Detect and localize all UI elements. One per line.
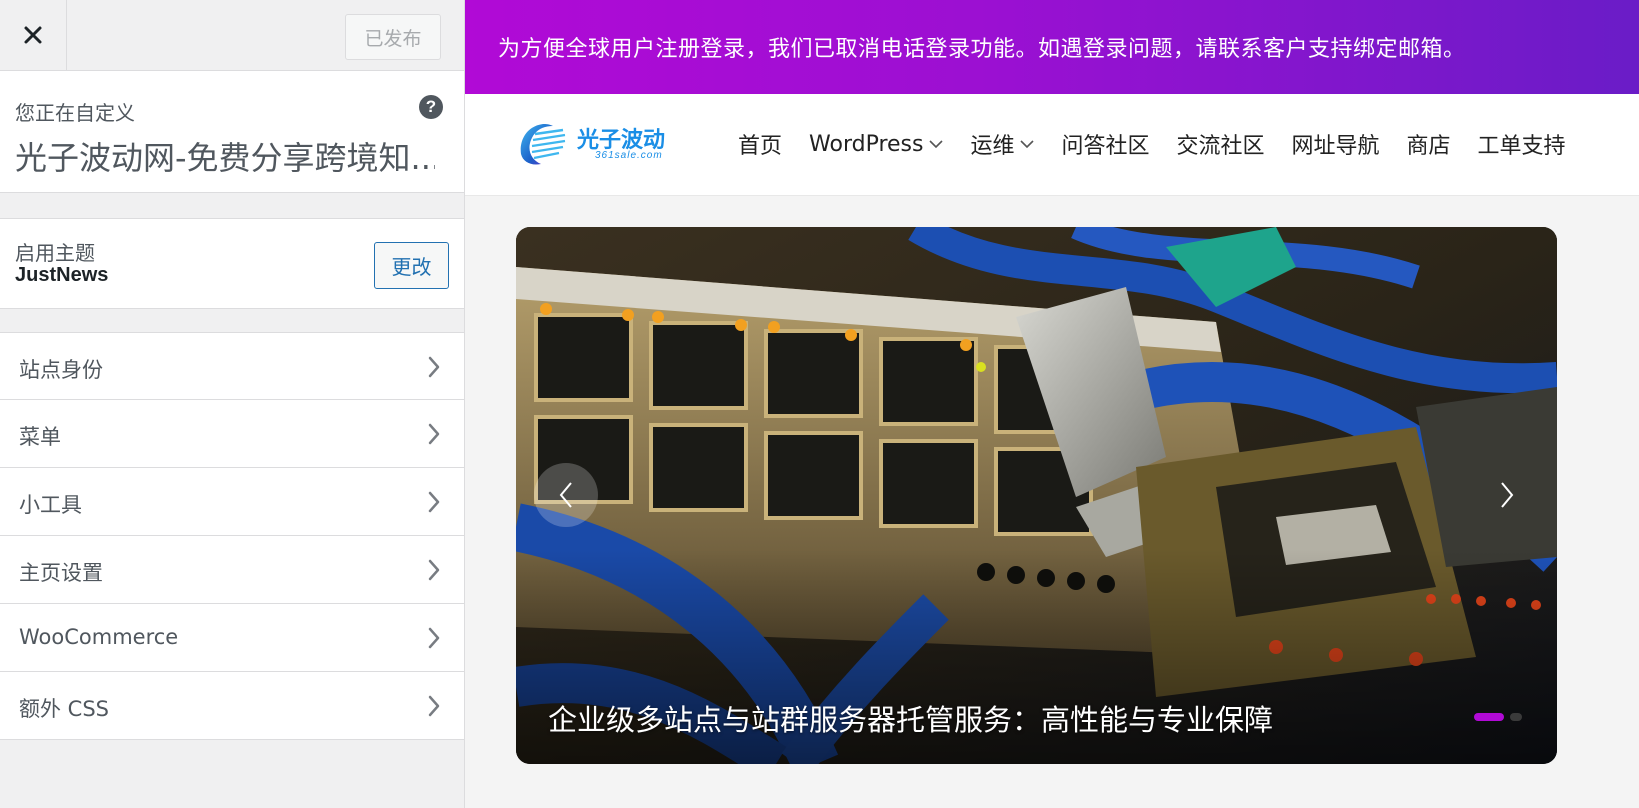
main-nav: 首页 WordPress 运维 问答社区 交流社区 网址导航 商店 工单支持 — [738, 128, 1593, 160]
nav-item-community[interactable]: 交流社区 — [1177, 128, 1265, 160]
nav-item-qa[interactable]: 问答社区 — [1061, 128, 1149, 160]
section-label: 小工具 — [19, 493, 82, 517]
chevron-right-icon — [428, 423, 440, 445]
customizer-sections: 站点身份 菜单 小工具 主页设置 WooCommerce 额外 CSS — [0, 332, 464, 740]
section-label: 额外 CSS — [19, 697, 109, 721]
section-label: 主页设置 — [19, 561, 103, 585]
nav-label: 商店 — [1406, 134, 1451, 159]
close-customizer-button[interactable] — [0, 0, 67, 70]
close-icon — [24, 26, 42, 44]
slide-caption[interactable]: 企业级多站点与站群服务器托管服务：高性能与专业保障 — [548, 697, 1273, 739]
nav-item-shop[interactable]: 商店 — [1407, 128, 1451, 160]
chevron-left-icon — [559, 482, 572, 508]
slider-dot-1[interactable] — [1474, 713, 1504, 721]
help-icon[interactable]: ? — [419, 95, 443, 119]
slider-prev-button[interactable] — [534, 463, 598, 527]
section-label: WooCommerce — [19, 625, 179, 649]
site-title: 光子波动网-免费分享跨境知... — [15, 139, 435, 177]
notice-text: 为方便全球用户注册登录，我们已取消电话登录功能。如遇登录问题，请联系客户支持绑定… — [498, 37, 1466, 62]
active-theme-panel: 启用主题 JustNews 更改 — [0, 218, 464, 309]
section-label: 站点身份 — [19, 358, 103, 382]
section-widgets[interactable]: 小工具 — [0, 468, 464, 536]
customizer-header: 已发布 — [0, 0, 464, 71]
nav-item-ticket-support[interactable]: 工单支持 — [1478, 128, 1566, 160]
nav-item-directory[interactable]: 网址导航 — [1292, 128, 1380, 160]
site-preview: 为方便全球用户注册登录，我们已取消电话登录功能。如遇登录问题，请联系客户支持绑定… — [465, 0, 1639, 808]
section-menus[interactable]: 菜单 — [0, 400, 464, 468]
nav-item-ops[interactable]: 运维 — [970, 128, 1035, 160]
nav-label: 首页 — [738, 134, 783, 159]
slide-image — [516, 227, 1557, 764]
chevron-right-icon — [428, 627, 440, 649]
nav-item-home[interactable]: 首页 — [738, 128, 782, 160]
chevron-down-icon — [1020, 139, 1035, 148]
active-theme-name: JustNews — [15, 264, 109, 286]
customizing-label: 您正在自定义 — [15, 101, 135, 125]
nav-label: 运维 — [970, 134, 1015, 159]
nav-label: 交流社区 — [1176, 134, 1265, 159]
chevron-right-icon — [1501, 482, 1514, 508]
section-site-identity[interactable]: 站点身份 — [0, 332, 464, 400]
logo-subtext: 361sale.com — [595, 150, 663, 161]
change-theme-button[interactable]: 更改 — [374, 242, 449, 289]
slider-dot-2[interactable] — [1510, 713, 1522, 721]
section-label: 菜单 — [19, 425, 61, 449]
nav-label: 工单支持 — [1477, 134, 1566, 159]
chevron-right-icon — [428, 356, 440, 378]
section-additional-css[interactable]: 额外 CSS — [0, 672, 464, 740]
slider-pagination — [1468, 713, 1522, 721]
publish-button[interactable]: 已发布 — [345, 14, 441, 60]
logo-mark-icon — [520, 124, 566, 165]
section-homepage-settings[interactable]: 主页设置 — [0, 536, 464, 604]
nav-label: WordPress — [809, 131, 924, 157]
site-header: 光子波动 361sale.com 首页 WordPress 运维 问答社区 交流… — [465, 94, 1639, 196]
chevron-right-icon — [428, 695, 440, 717]
site-logo[interactable]: 光子波动 361sale.com — [517, 120, 677, 166]
customizer-sidebar: 已发布 您正在自定义 光子波动网-免费分享跨境知... ? 启用主题 JustN… — [0, 0, 465, 808]
slider-next-button[interactable] — [1475, 463, 1539, 527]
section-woocommerce[interactable]: WooCommerce — [0, 604, 464, 672]
notice-bar: 为方便全球用户注册登录，我们已取消电话登录功能。如遇登录问题，请联系客户支持绑定… — [465, 0, 1639, 94]
chevron-right-icon — [428, 559, 440, 581]
chevron-right-icon — [428, 491, 440, 513]
hero-slider: 企业级多站点与站群服务器托管服务：高性能与专业保障 — [516, 227, 1557, 764]
nav-item-wordpress[interactable]: WordPress — [809, 131, 944, 157]
active-theme-label: 启用主题 — [15, 241, 95, 265]
customizer-info: 您正在自定义 光子波动网-免费分享跨境知... ? — [0, 71, 464, 193]
chevron-down-icon — [929, 139, 944, 148]
nav-label: 网址导航 — [1291, 134, 1380, 159]
nav-label: 问答社区 — [1061, 134, 1150, 159]
